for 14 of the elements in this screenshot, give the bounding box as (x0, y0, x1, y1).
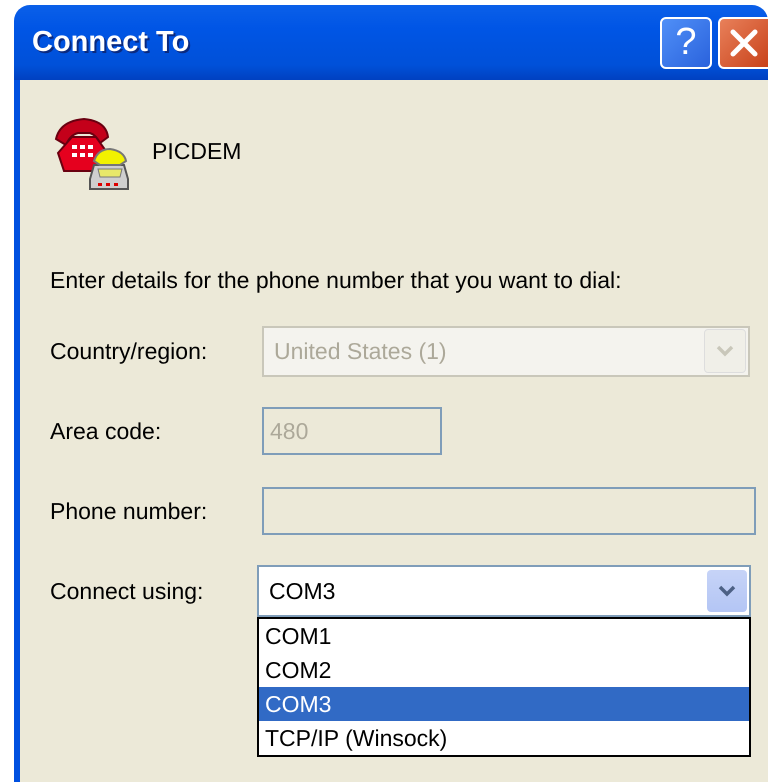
dropdown-option[interactable]: COM3 (259, 687, 749, 721)
help-button[interactable]: ? (660, 16, 712, 68)
field-label: Area code: (50, 418, 162, 444)
window-title: Connect To (32, 26, 190, 59)
connection-name: PICDEM (152, 138, 242, 165)
dropdown-option[interactable]: TCP/IP (Winsock) (259, 721, 749, 755)
field-label: Phone number: (50, 498, 208, 524)
dropdown-option[interactable]: COM2 (259, 653, 749, 687)
field-label: Connect using: (50, 578, 204, 604)
close-icon[interactable] (729, 28, 759, 58)
instruction-text: Enter details for the phone number that you want to dial: (50, 267, 623, 294)
dropdown-option[interactable]: COM1 (259, 619, 749, 653)
field-label: Country/region: (50, 338, 208, 364)
close-button[interactable] (718, 16, 768, 68)
